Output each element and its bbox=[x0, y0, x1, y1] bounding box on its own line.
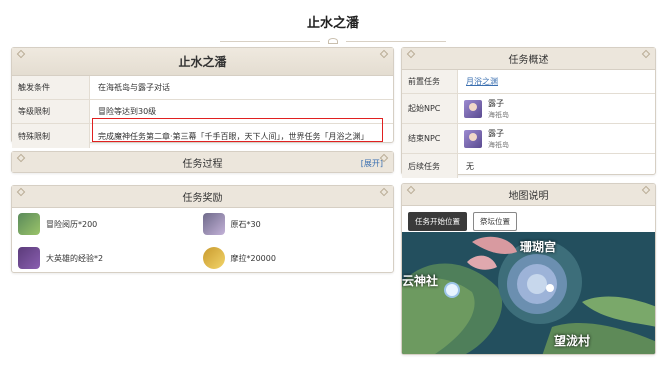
special-label: 特殊限制 bbox=[12, 124, 90, 148]
npc-avatar bbox=[464, 99, 482, 118]
tab-altar-location[interactable]: 祭坛位置 bbox=[473, 212, 517, 231]
prev-task-row: 前置任务 月浴之渊 bbox=[402, 70, 655, 94]
prev-task-label: 前置任务 bbox=[402, 70, 458, 93]
prev-task-link[interactable]: 月浴之渊 bbox=[466, 77, 498, 86]
reward-label: 原石*30 bbox=[230, 219, 261, 229]
expand-toggle[interactable]: [展开] bbox=[361, 158, 383, 169]
map-label-shrine: 云神社 bbox=[402, 274, 439, 288]
reward-item[interactable]: 大英雄的经验*2 bbox=[18, 246, 203, 270]
next-task-value: 无 bbox=[466, 161, 474, 171]
reward-label: 大英雄的经验*2 bbox=[46, 253, 104, 263]
npc-place: 海祇岛 bbox=[488, 140, 509, 149]
npc-place: 海祇岛 bbox=[488, 110, 509, 119]
map-title: 地图说明 bbox=[508, 191, 549, 202]
end-npc-label: 结束NPC bbox=[402, 124, 458, 153]
npc-name: 露子 bbox=[488, 128, 504, 138]
title-ornament bbox=[220, 38, 446, 44]
reward-header: 任务奖励 bbox=[12, 186, 393, 208]
overview-title: 任务概述 bbox=[508, 55, 549, 66]
start-npc-label: 起始NPC bbox=[402, 94, 458, 123]
map-label-palace: 珊瑚宫 bbox=[520, 240, 557, 254]
overview-panel: 任务概述 前置任务 月浴之渊 起始NPC 露子 海祇岛 结束NPC 露子 海祇岛… bbox=[401, 47, 656, 178]
end-npc[interactable]: 露子 海祇岛 bbox=[458, 128, 509, 150]
highlight-box bbox=[92, 118, 383, 142]
task-info-title: 止水之潘 bbox=[178, 55, 227, 69]
primogem-icon bbox=[202, 213, 225, 235]
trigger-value: 在海祇岛与露子对话 bbox=[98, 83, 170, 92]
end-npc-row: 结束NPC 露子 海祇岛 bbox=[402, 124, 655, 154]
reward-item[interactable]: 摩拉*20000 bbox=[202, 246, 388, 270]
start-npc[interactable]: 露子 海祇岛 bbox=[458, 98, 509, 120]
trigger-label: 触发条件 bbox=[12, 76, 90, 99]
reward-item[interactable]: 原石*30 bbox=[202, 212, 388, 236]
heros-wit-icon bbox=[18, 247, 40, 269]
page-title: 止水之潘 bbox=[306, 16, 359, 31]
process-panel: 任务过程 [展开] bbox=[11, 151, 394, 173]
level-value: 冒险等达到30级 bbox=[98, 107, 157, 116]
mora-icon bbox=[202, 247, 225, 269]
reward-item[interactable]: 冒险阅历*200 bbox=[18, 212, 203, 236]
overview-header: 任务概述 bbox=[402, 48, 655, 70]
reward-label: 摩拉*20000 bbox=[230, 253, 276, 263]
npc-avatar bbox=[464, 129, 482, 148]
process-header: 任务过程 [展开] bbox=[12, 152, 393, 172]
reward-label: 冒险阅历*200 bbox=[46, 219, 98, 229]
start-npc-row: 起始NPC 露子 海祇岛 bbox=[402, 94, 655, 124]
level-label: 等级限制 bbox=[12, 100, 90, 123]
trigger-row: 触发条件 在海祇岛与露子对话 bbox=[12, 76, 393, 100]
task-info-header: 止水之潘 bbox=[12, 48, 393, 76]
next-task-row: 后续任务 无 bbox=[402, 154, 655, 178]
npc-name: 露子 bbox=[488, 98, 504, 108]
reward-grid: 冒险阅历*200 原石*30 大英雄的经验*2 摩拉*20000 bbox=[12, 208, 393, 274]
map-header: 地图说明 bbox=[402, 184, 655, 206]
tab-start-location[interactable]: 任务开始位置 bbox=[408, 212, 467, 231]
reward-panel: 任务奖励 冒险阅历*200 原石*30 大英雄的经验*2 摩拉*20000 bbox=[11, 185, 394, 273]
reward-title: 任务奖励 bbox=[182, 193, 223, 204]
map-panel: 地图说明 任务开始位置 祭坛位置 珊瑚宫 云神社 望泷村 bbox=[401, 183, 656, 355]
adventure-exp-icon bbox=[18, 213, 40, 235]
next-task-label: 后续任务 bbox=[402, 154, 458, 178]
map-label-village: 望泷村 bbox=[554, 334, 591, 348]
map-image[interactable]: 珊瑚宫 云神社 望泷村 bbox=[402, 232, 655, 354]
process-title: 任务过程 bbox=[182, 158, 223, 170]
